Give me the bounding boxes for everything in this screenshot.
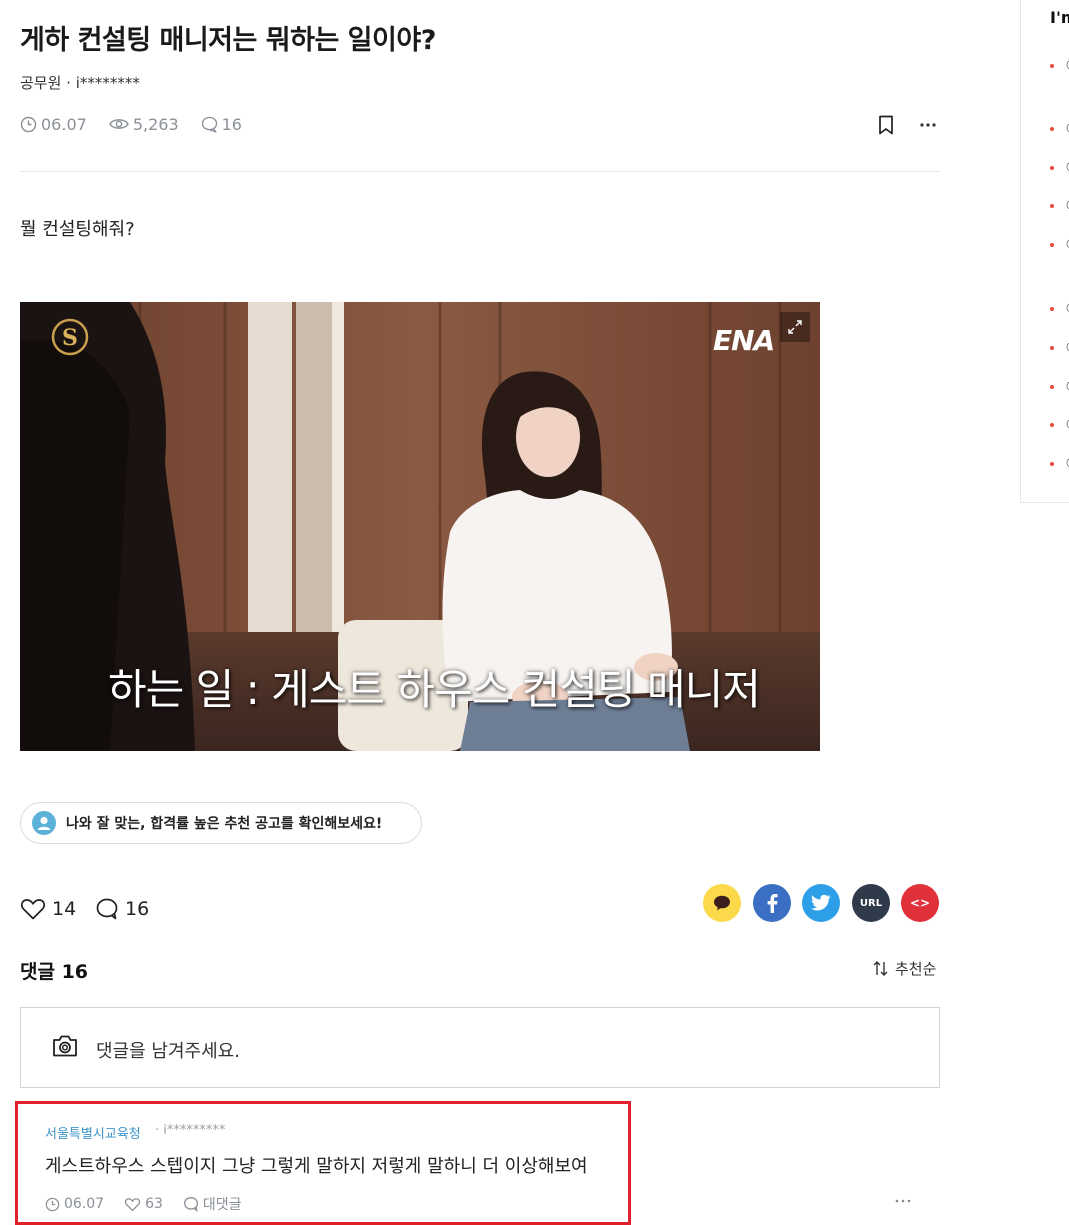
image-caption-text: 하는 일 : 게스트 하우스 컨설팅 매니저 — [108, 665, 761, 714]
post-views: 5,263 — [109, 115, 179, 134]
comment-icon — [201, 116, 218, 133]
sidebar-title: I'm — [1050, 8, 1069, 27]
camera-icon — [53, 1035, 77, 1057]
sidebar-bullet — [1050, 307, 1054, 311]
sidebar-panel — [1020, 0, 1069, 503]
comment-count-button[interactable]: 16 — [95, 897, 149, 921]
post-author[interactable]: 공무원 · i******** — [20, 72, 140, 93]
post-title: 게하 컨설팅 매니저는 뭐하는 일이야? — [20, 25, 436, 56]
sidebar-bullet — [1050, 346, 1054, 350]
sort-button[interactable]: 추천순 — [872, 958, 936, 979]
sidebar-bullet — [1050, 243, 1054, 247]
sidebar-bullet — [1050, 423, 1054, 427]
recommend-jobs-button[interactable]: 나와 잘 맞는, 합격률 높은 추천 공고를 확인해보세요! — [20, 802, 422, 844]
like-count: 14 — [52, 898, 77, 920]
comment-user-id: · i********* — [155, 1123, 226, 1138]
sidebar-bullet — [1050, 166, 1054, 170]
post-views-text: 5,263 — [132, 114, 179, 134]
kakao-icon — [714, 895, 730, 911]
heart-icon — [20, 899, 46, 920]
recommend-label: 나와 잘 맞는, 합격률 높은 추천 공고를 확인해보세요! — [66, 816, 383, 832]
facebook-icon — [767, 894, 778, 913]
sidebar-bullet — [1050, 204, 1054, 208]
post-comments: 16 — [201, 115, 242, 134]
sidebar-bullet — [1050, 127, 1054, 131]
bookmark-icon — [879, 115, 893, 135]
more-icon — [920, 123, 936, 127]
reply-label: 대댓글 — [202, 1197, 242, 1213]
share-embed-button[interactable]: <> — [901, 884, 939, 922]
comment-date: 06.07 — [45, 1196, 104, 1212]
post-date: 06.07 — [20, 115, 87, 134]
share-twitter-button[interactable] — [802, 884, 840, 922]
comment-bubble-icon — [183, 1196, 199, 1212]
header-divider — [20, 171, 940, 172]
comment-count: 16 — [125, 898, 150, 920]
share-facebook-button[interactable] — [753, 884, 791, 922]
more-icon — [895, 1199, 911, 1203]
camera-button[interactable] — [52, 1034, 78, 1058]
comment-meta: 06.07 63 대댓글 — [45, 1194, 262, 1214]
comment-like-count: 63 — [145, 1196, 163, 1212]
like-button[interactable]: 14 — [20, 897, 76, 921]
sidebar-bullet — [1050, 462, 1054, 466]
eye-icon — [109, 117, 129, 131]
user-icon — [32, 811, 56, 835]
more-options-button[interactable] — [917, 114, 939, 136]
clock-icon — [45, 1197, 60, 1212]
twitter-icon — [811, 894, 831, 911]
comment-text: 게스트하우스 스텝이지 그냥 그렇게 말하지 저렇게 말하니 더 이상해보여 — [45, 1156, 588, 1177]
sidebar-bullet — [1050, 64, 1054, 68]
comment-bubble-icon — [96, 898, 118, 920]
comment-date-text: 06.07 — [64, 1196, 105, 1212]
post-body: 뭘 컨설팅해줘? — [20, 219, 135, 240]
comment-author[interactable]: 서울특별시교육청 — [45, 1123, 141, 1142]
clock-icon — [20, 116, 37, 133]
post-date-text: 06.07 — [41, 114, 87, 134]
channel-logo: ENA — [713, 324, 775, 357]
sort-label: 추천순 — [895, 960, 937, 978]
reply-button[interactable]: 대댓글 — [183, 1194, 242, 1214]
svg-text:S: S — [62, 325, 78, 351]
bookmark-button[interactable] — [875, 114, 897, 136]
post-comments-text: 16 — [221, 114, 242, 134]
comment-like-button[interactable]: 63 — [124, 1196, 163, 1212]
sidebar-bullet — [1050, 385, 1054, 389]
expand-image-button[interactable] — [780, 312, 810, 342]
comment-more-button[interactable] — [894, 1196, 912, 1206]
heart-icon — [124, 1197, 141, 1212]
comments-title: 댓글 16 — [20, 961, 89, 983]
share-url-button[interactable]: URL — [852, 884, 890, 922]
expand-icon — [788, 320, 802, 334]
share-kakao-button[interactable] — [703, 884, 741, 922]
post-meta: 06.07 5,263 16 — [20, 113, 264, 135]
comment-input-placeholder: 댓글을 남겨주세요. — [96, 1041, 240, 1062]
sort-icon — [873, 961, 888, 976]
